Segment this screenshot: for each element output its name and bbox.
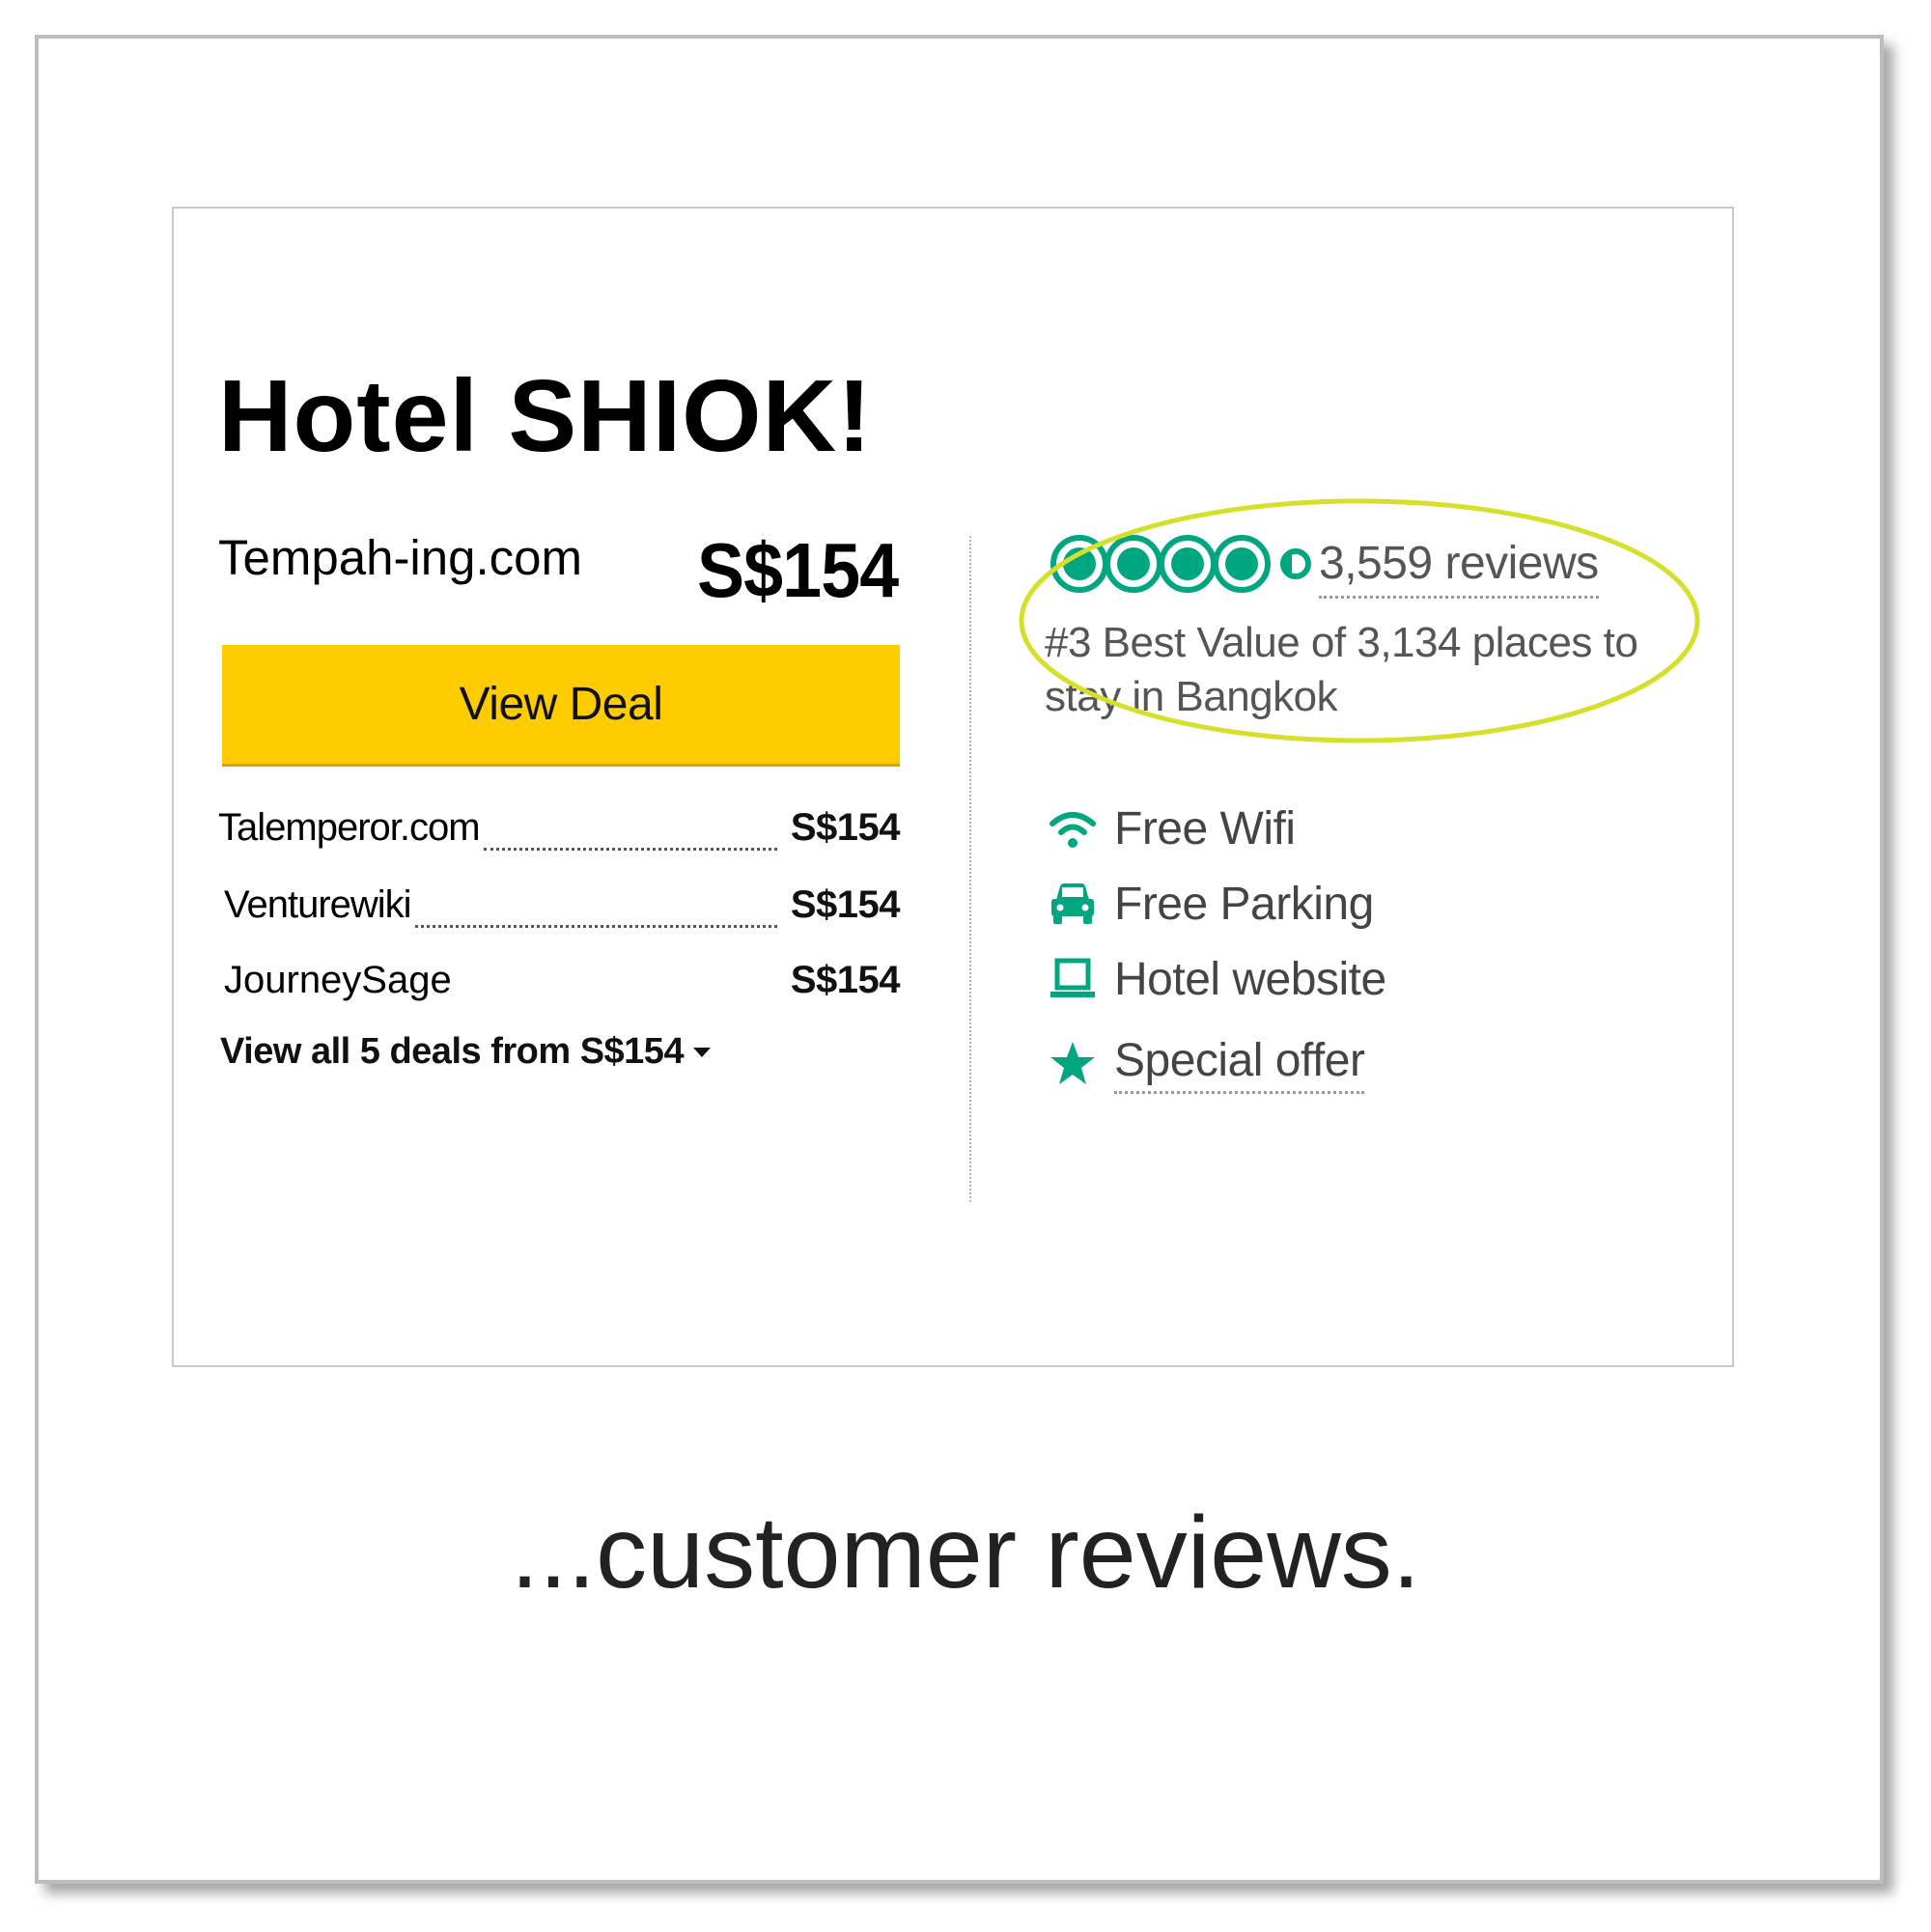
dot-leader [483,847,777,851]
amenity-item: Free Wifi [1049,795,1296,862]
deal-price: S$154 [790,959,901,1001]
view-deal-button[interactable]: View Deal [222,645,900,767]
amenity-label: Free Wifi [1114,802,1296,854]
laptop-icon [1049,955,1097,1003]
amenity-label: Free Parking [1114,878,1374,930]
deal-provider: JourneySage [224,959,452,1001]
view-all-deals-label: View all 5 deals from S$154 [220,1031,685,1072]
main-provider-name: Tempah-ing.com [218,530,582,585]
caret-down-icon [693,1047,712,1057]
amenity-item[interactable]: Special offer [1049,1030,1365,1098]
view-deal-label: View Deal [459,679,663,730]
main-price: S$154 [697,527,899,613]
reviews-count-link[interactable]: 3,559 reviews [1319,537,1599,599]
deal-row[interactable]: Talemperor.com S$154 [218,806,901,864]
rating-bubbles [1049,531,1311,597]
column-divider [969,536,971,1202]
star-icon [1049,1040,1097,1088]
car-icon [1049,880,1097,928]
amenity-item: Hotel website [1049,945,1386,1013]
deal-price: S$154 [790,806,901,849]
slide-caption: ...customer reviews. [510,1496,1421,1610]
amenity-label: Hotel website [1114,953,1386,1005]
view-all-deals-link[interactable]: View all 5 deals from S$154 [220,1031,712,1073]
bubble-rating-icon [1050,535,1311,593]
dot-leader [414,924,777,928]
deal-price: S$154 [790,883,901,926]
deal-provider: Venturewiki [224,883,412,926]
deal-provider: Talemperor.com [218,806,481,849]
special-offer-link[interactable]: Special offer [1114,1034,1365,1094]
deal-row[interactable]: JourneySage S$154 [218,959,901,1017]
deal-row[interactable]: Venturewiki S$154 [218,883,901,941]
ranking-text: #3 Best Value of 3,134 places to stay in… [1045,619,1638,720]
amenity-item: Free Parking [1049,870,1374,938]
hotel-name: Hotel SHIOK! [218,359,873,473]
wifi-icon [1049,804,1097,853]
